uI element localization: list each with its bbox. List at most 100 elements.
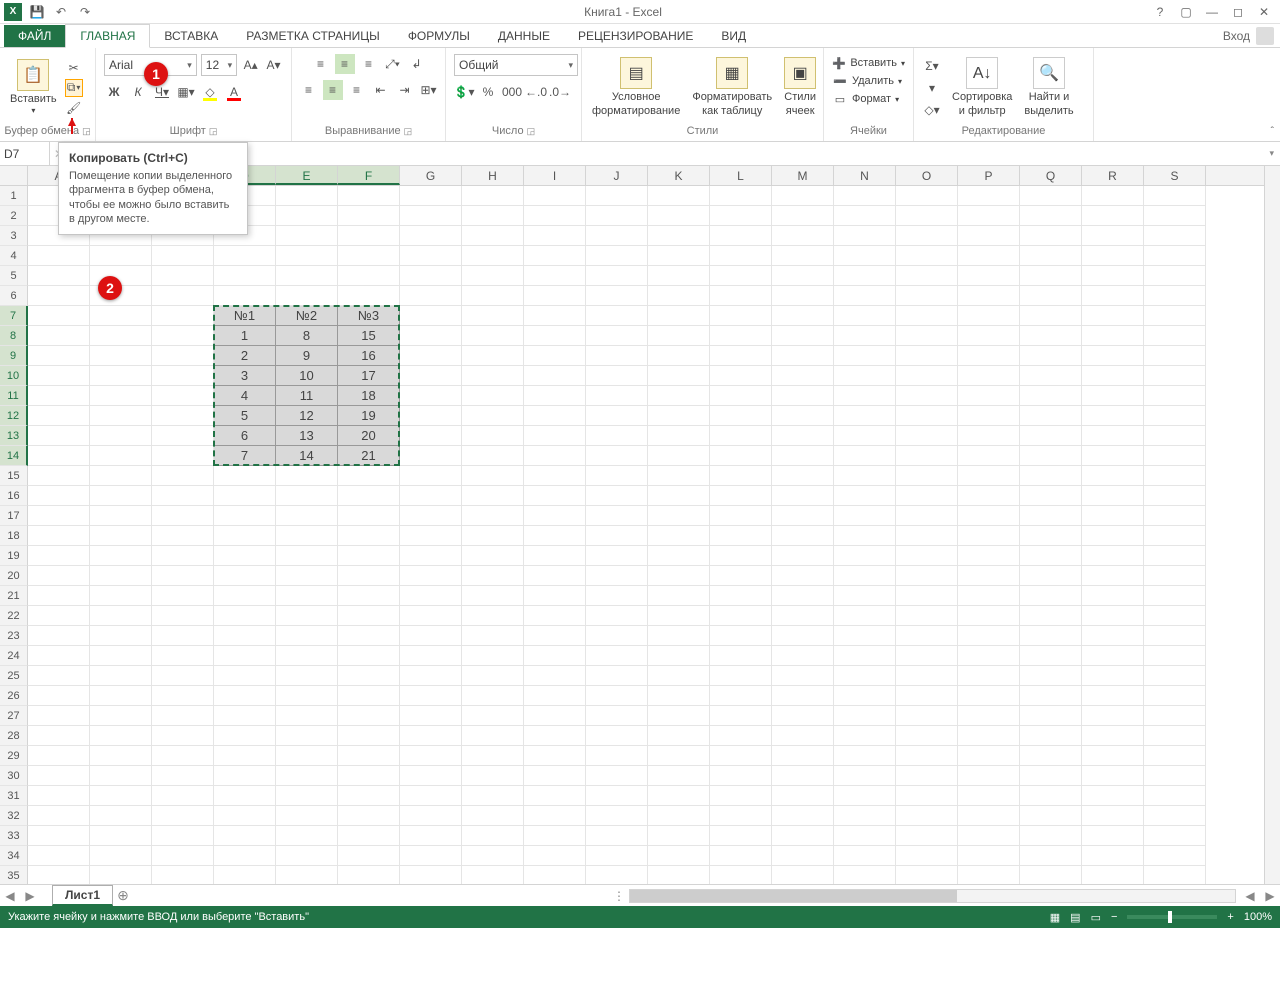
row-header[interactable]: 2: [0, 206, 28, 226]
cell[interactable]: 16: [338, 346, 400, 366]
cell[interactable]: [524, 626, 586, 646]
cell[interactable]: [958, 666, 1020, 686]
cell[interactable]: [834, 846, 896, 866]
cell[interactable]: [958, 606, 1020, 626]
cell[interactable]: [834, 526, 896, 546]
cell[interactable]: [462, 846, 524, 866]
cell[interactable]: [90, 766, 152, 786]
cell[interactable]: [90, 606, 152, 626]
cell[interactable]: [214, 486, 276, 506]
cell[interactable]: [276, 226, 338, 246]
cell[interactable]: [214, 766, 276, 786]
cell[interactable]: [834, 386, 896, 406]
cell[interactable]: [834, 266, 896, 286]
cell[interactable]: [958, 506, 1020, 526]
cell[interactable]: [958, 346, 1020, 366]
cell[interactable]: [1020, 846, 1082, 866]
cell[interactable]: [462, 706, 524, 726]
select-all-corner[interactable]: [0, 166, 28, 185]
cell[interactable]: [152, 746, 214, 766]
cell[interactable]: [896, 446, 958, 466]
cell[interactable]: [462, 646, 524, 666]
cell[interactable]: [958, 706, 1020, 726]
cell[interactable]: [834, 366, 896, 386]
cell[interactable]: [1020, 606, 1082, 626]
cell[interactable]: [1144, 486, 1206, 506]
align-right-icon[interactable]: ≡: [347, 80, 367, 100]
cell[interactable]: [586, 546, 648, 566]
cell[interactable]: [28, 626, 90, 646]
zoom-out-icon[interactable]: −: [1111, 911, 1117, 923]
cell[interactable]: [90, 326, 152, 346]
row-header[interactable]: 16: [0, 486, 28, 506]
cell[interactable]: [400, 346, 462, 366]
cell[interactable]: [400, 266, 462, 286]
align-dialog-icon[interactable]: ◲: [404, 126, 413, 137]
cell[interactable]: [772, 826, 834, 846]
cell[interactable]: [1082, 566, 1144, 586]
cell[interactable]: [958, 246, 1020, 266]
cell[interactable]: [28, 606, 90, 626]
cell[interactable]: [400, 766, 462, 786]
cell[interactable]: [276, 266, 338, 286]
cell[interactable]: [1020, 646, 1082, 666]
cell[interactable]: 12: [276, 406, 338, 426]
cell[interactable]: [1082, 386, 1144, 406]
cell[interactable]: [338, 846, 400, 866]
cell[interactable]: [28, 466, 90, 486]
cell[interactable]: [462, 286, 524, 306]
cell[interactable]: [1082, 446, 1144, 466]
cell[interactable]: [152, 346, 214, 366]
cell[interactable]: [1082, 306, 1144, 326]
cell[interactable]: [1082, 806, 1144, 826]
cell[interactable]: [710, 566, 772, 586]
cell[interactable]: [958, 766, 1020, 786]
cell[interactable]: [586, 266, 648, 286]
cell[interactable]: [834, 446, 896, 466]
cell[interactable]: [462, 226, 524, 246]
cell[interactable]: [276, 486, 338, 506]
cell[interactable]: [1082, 246, 1144, 266]
cell[interactable]: [338, 246, 400, 266]
cell[interactable]: [214, 246, 276, 266]
cell[interactable]: [1020, 506, 1082, 526]
cell[interactable]: [276, 566, 338, 586]
cell[interactable]: [648, 246, 710, 266]
cell[interactable]: [276, 646, 338, 666]
cell[interactable]: [648, 486, 710, 506]
cell[interactable]: [1020, 566, 1082, 586]
cell[interactable]: [958, 446, 1020, 466]
col-header-M[interactable]: M: [772, 166, 834, 185]
cell[interactable]: [28, 446, 90, 466]
formula-input[interactable]: №1: [111, 147, 1264, 161]
row-header[interactable]: 7: [0, 306, 28, 326]
cell[interactable]: [772, 726, 834, 746]
cell[interactable]: [524, 526, 586, 546]
cell[interactable]: [958, 186, 1020, 206]
cell[interactable]: [152, 466, 214, 486]
view-normal-icon[interactable]: ▦: [1050, 911, 1060, 924]
col-header-S[interactable]: S: [1144, 166, 1206, 185]
cell[interactable]: [834, 666, 896, 686]
cell[interactable]: 10: [276, 366, 338, 386]
cell[interactable]: [524, 306, 586, 326]
cell[interactable]: [958, 526, 1020, 546]
cell[interactable]: [772, 806, 834, 826]
cell[interactable]: [338, 266, 400, 286]
cell[interactable]: [152, 306, 214, 326]
cell[interactable]: [214, 526, 276, 546]
cell[interactable]: [896, 326, 958, 346]
cell[interactable]: [1144, 206, 1206, 226]
cell[interactable]: [90, 706, 152, 726]
row-header[interactable]: 5: [0, 266, 28, 286]
cell[interactable]: [1020, 186, 1082, 206]
cell[interactable]: [958, 726, 1020, 746]
cell[interactable]: [648, 766, 710, 786]
cell[interactable]: [276, 666, 338, 686]
cell[interactable]: [462, 246, 524, 266]
cell[interactable]: [586, 426, 648, 446]
cell[interactable]: [586, 206, 648, 226]
cell[interactable]: [400, 646, 462, 666]
cell[interactable]: [896, 366, 958, 386]
cell[interactable]: [338, 226, 400, 246]
